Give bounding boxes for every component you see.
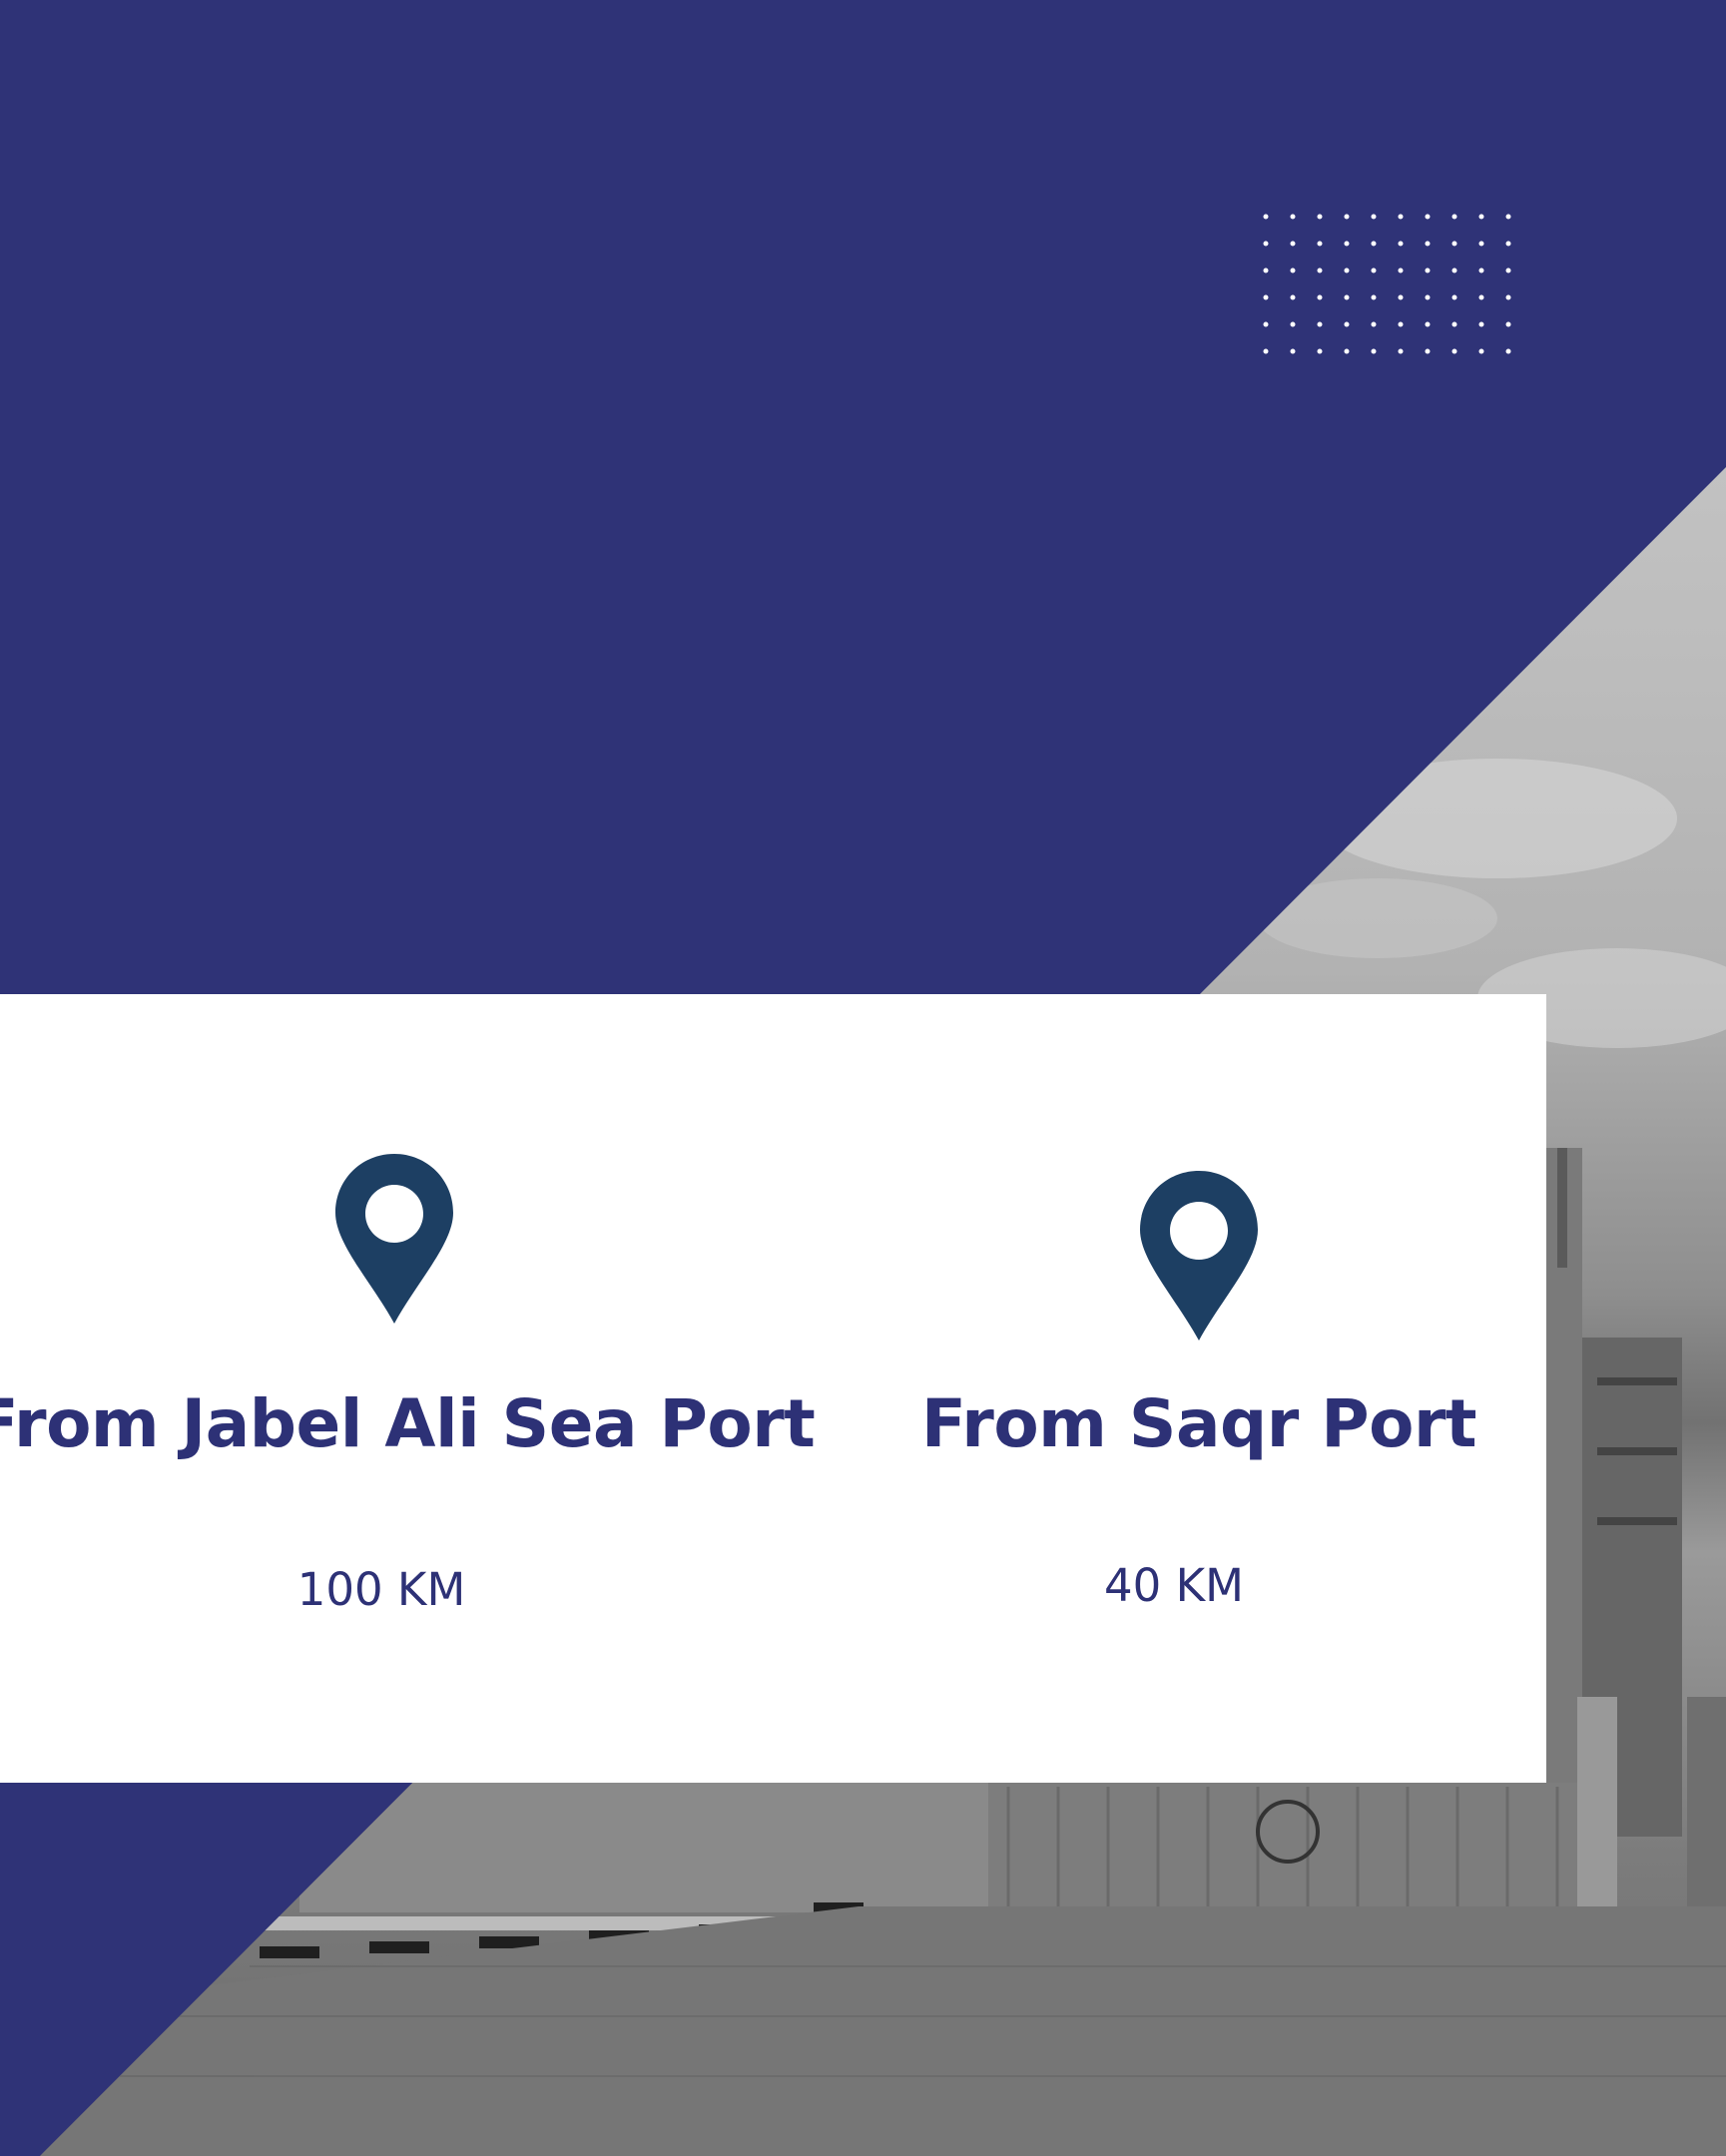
location-title: From Jabel Ali Sea Port <box>0 1385 816 1462</box>
location-pin-icon <box>1140 1171 1258 1341</box>
location-title: From Saqr Port <box>920 1385 1477 1462</box>
location-distance: 40 KM <box>1104 1559 1244 1612</box>
distance-card: From Jabel Ali Sea Port 100 KM From Saqr… <box>0 994 1546 1783</box>
location-item-saqr: From Saqr Port 40 KM <box>850 1171 1548 1608</box>
location-item-jabel-ali: From Jabel Ali Sea Port 100 KM <box>0 1154 819 1612</box>
dot-grid-decoration <box>1263 214 1511 354</box>
location-distance: 100 KM <box>296 1563 466 1616</box>
location-pin-icon <box>335 1154 453 1324</box>
